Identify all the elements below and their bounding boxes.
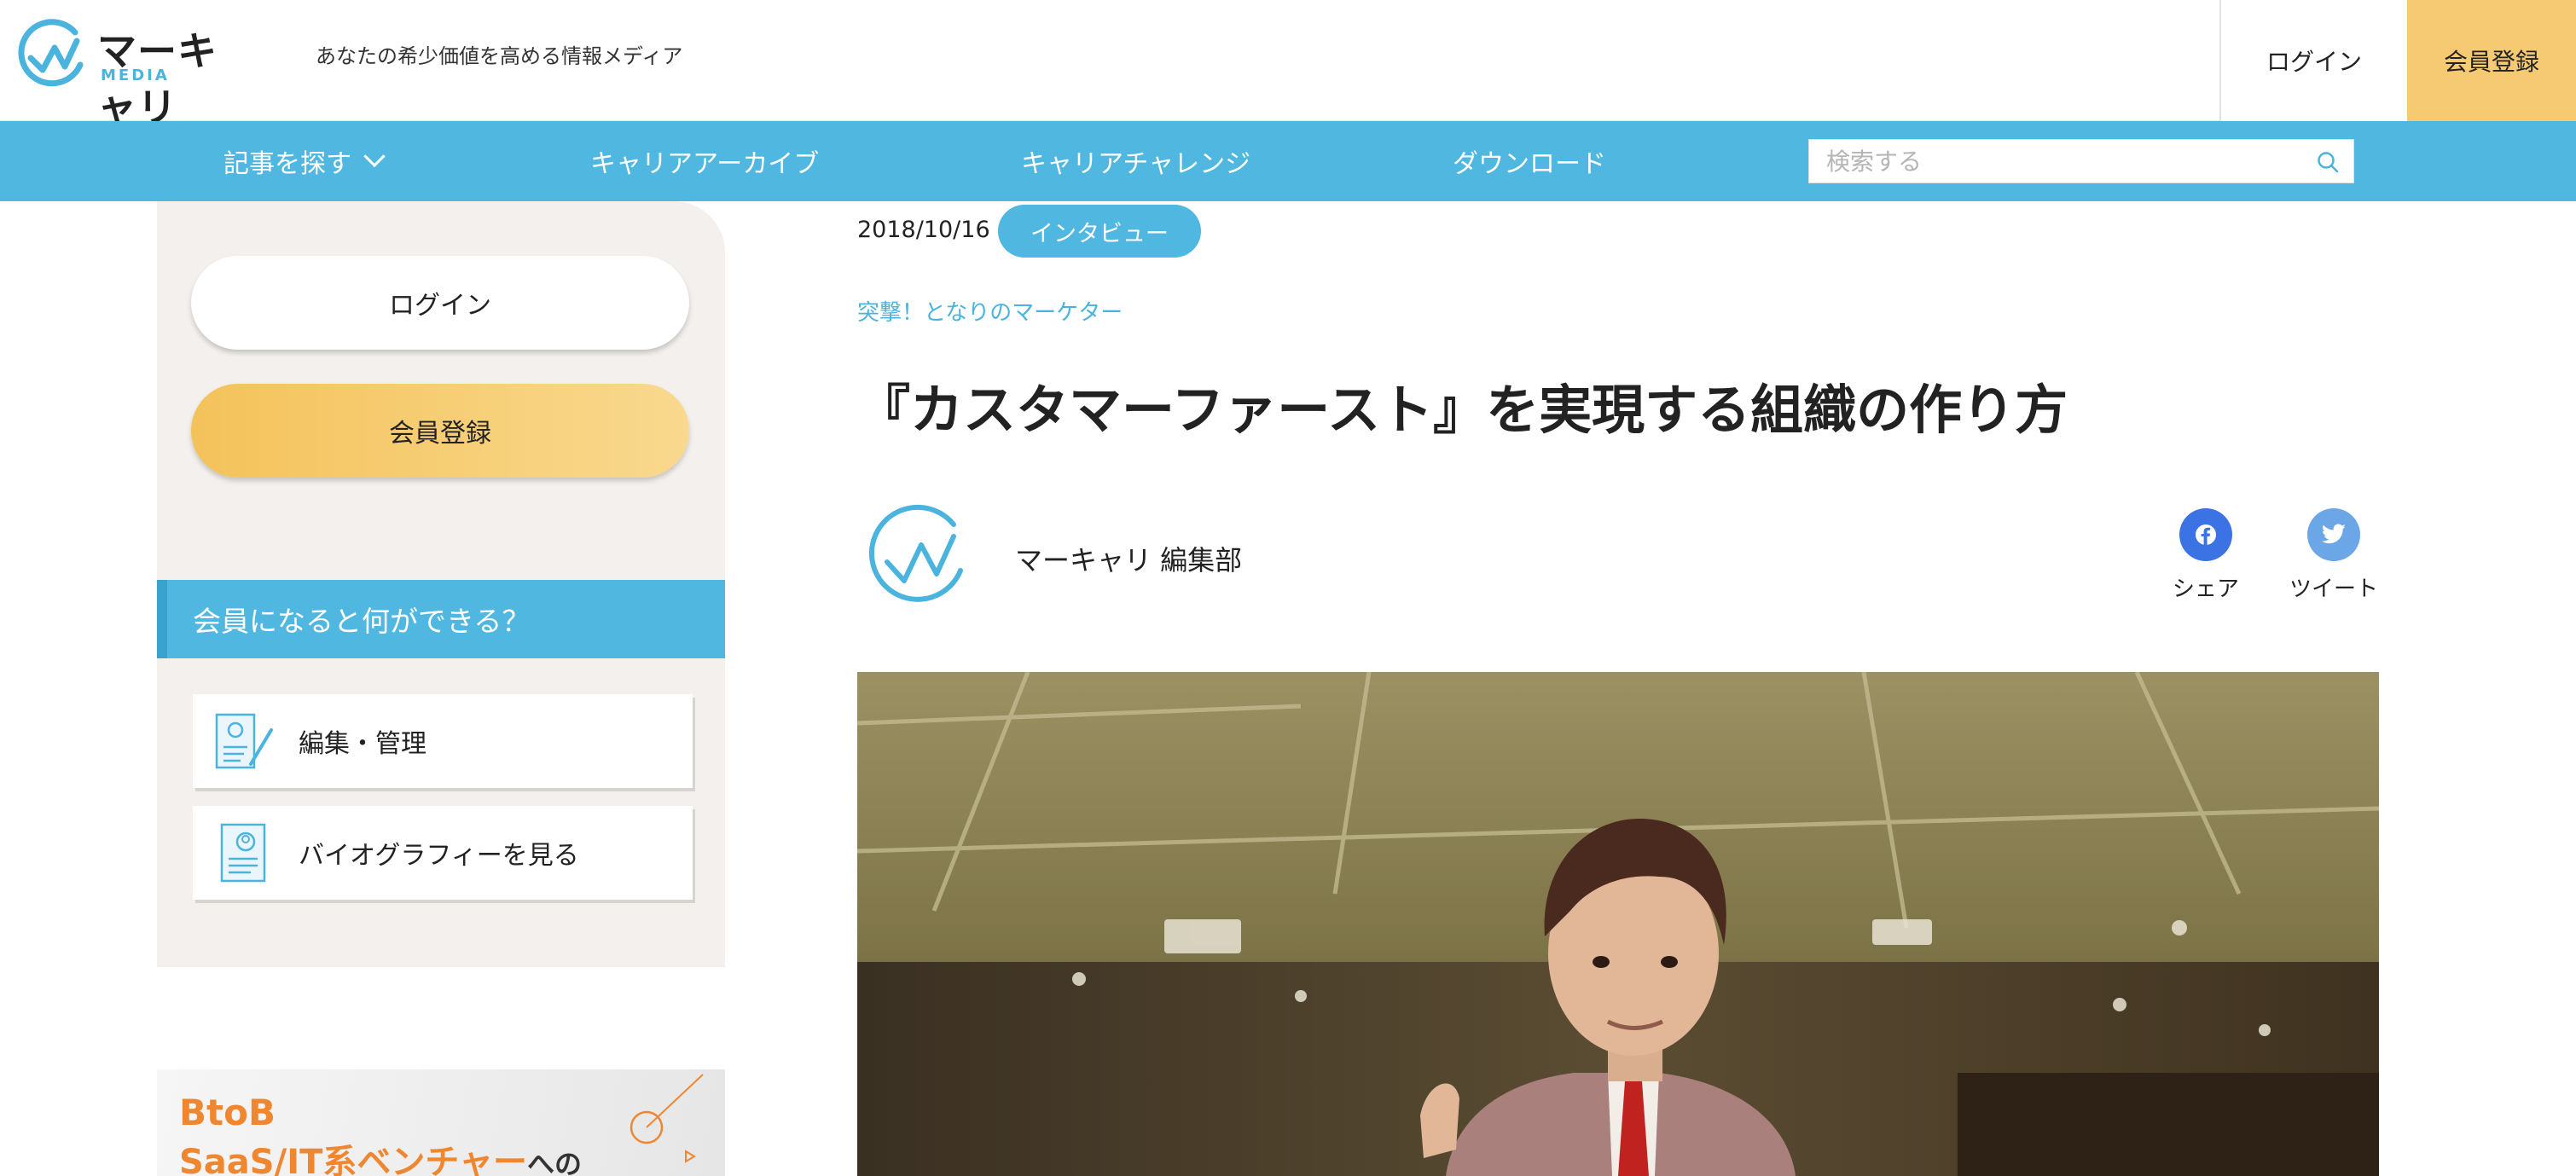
share-label: シェア xyxy=(2172,576,2239,602)
nav-item-label: キャリアアーカイブ xyxy=(590,149,820,179)
article-series-link[interactable]: 突撃！となりのマーケター xyxy=(857,295,1123,327)
search-icon[interactable] xyxy=(2316,150,2340,174)
author-name[interactable]: マーキャリ 編集部 xyxy=(1015,539,1242,578)
nav-item-label: キャリアチャレンジ xyxy=(1021,149,1251,179)
author-avatar-icon[interactable] xyxy=(863,499,974,610)
nav-item-search-articles[interactable]: 記事を探す xyxy=(223,121,386,201)
chevron-down-icon xyxy=(363,145,386,168)
twitter-icon xyxy=(2307,508,2360,561)
nav-item-career-challenge[interactable]: キャリアチャレンジ xyxy=(1021,121,1250,201)
benefit-edit-manage[interactable]: 編集・管理 xyxy=(193,694,693,788)
share-facebook-button[interactable]: シェア xyxy=(2159,508,2253,603)
ad-banner[interactable]: BtoB SaaS/IT系ベンチャーへの xyxy=(157,1069,725,1176)
hero-photo-illustration xyxy=(857,672,2379,1176)
logo-mark-icon xyxy=(18,19,84,87)
member-benefits-heading: 会員になると何ができる？ xyxy=(157,580,725,658)
share-label: ツイート xyxy=(2289,576,2378,602)
sidebar-register-button[interactable]: 会員登録 xyxy=(191,384,689,478)
facebook-icon xyxy=(2179,508,2232,561)
banner-line2-main: SaaS/IT系ベンチャー xyxy=(179,1143,527,1176)
nav-item-label: 記事を探す xyxy=(223,149,351,179)
benefit-label: バイオグラフィーを見る xyxy=(299,841,579,871)
site-logo[interactable]: マーキャリ MEDIA xyxy=(15,15,229,130)
benefit-view-biography[interactable]: バイオグラフィーを見る xyxy=(193,806,693,900)
article-hero-image xyxy=(857,672,2379,1176)
facebook-glyph-icon xyxy=(2196,524,2216,545)
share-twitter-button[interactable]: ツイート xyxy=(2287,508,2381,603)
nav-item-label: ダウンロード xyxy=(1453,149,1606,179)
nav-item-download[interactable]: ダウンロード xyxy=(1453,121,1606,201)
banner-line1: BtoB xyxy=(179,1092,276,1133)
article-date: 2018/10/16 xyxy=(857,217,990,243)
article-title: 『カスタマーファースト』を実現する組織の作り方 xyxy=(857,379,2068,441)
site-tagline: あなたの希少価値を高める情報メディア xyxy=(316,44,683,68)
banner-decoration-icon xyxy=(629,1074,704,1163)
logo-subtext: MEDIA xyxy=(101,67,170,84)
banner-line2: SaaS/IT系ベンチャーへの xyxy=(179,1134,582,1176)
sidebar-login-button[interactable]: ログイン xyxy=(191,256,689,350)
header-login-button[interactable]: ログイン xyxy=(2219,0,2407,121)
article-category-tag[interactable]: インタビュー xyxy=(998,205,1201,258)
search-box xyxy=(1808,139,2354,183)
benefit-label: 編集・管理 xyxy=(299,729,426,759)
twitter-bird-icon xyxy=(2321,524,2346,544)
edit-document-icon xyxy=(215,713,273,769)
header-register-button[interactable]: 会員登録 xyxy=(2407,0,2576,121)
nav-item-career-archive[interactable]: キャリアアーカイブ xyxy=(590,121,819,201)
biography-icon xyxy=(220,823,266,883)
site-header: マーキャリ MEDIA あなたの希少価値を高める情報メディア ログイン 会員登録 xyxy=(0,0,2576,130)
search-input[interactable] xyxy=(1809,140,2312,182)
banner-line2-suffix: への xyxy=(526,1148,582,1176)
